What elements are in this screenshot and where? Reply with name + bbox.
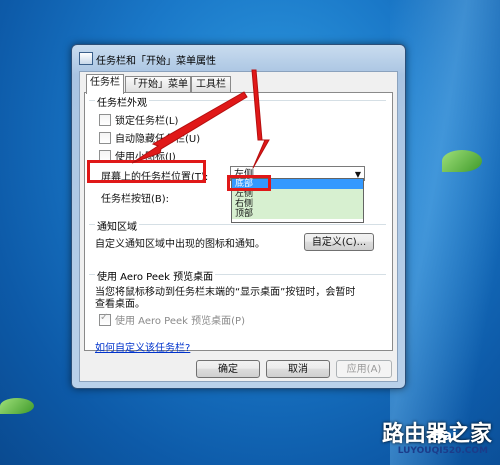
checkbox-box — [99, 113, 111, 126]
checkbox-label: 锁定任务栏(L) — [115, 116, 179, 127]
appearance-group-title: 任务栏外观 — [95, 94, 149, 109]
dialog-client-area: 任务栏 「开始」菜单 工具栏 任务栏外观 锁定任务栏(L) 自动隐藏任务栏(U)… — [79, 71, 398, 382]
title-bar[interactable]: 任务栏和「开始」菜单属性 — [72, 45, 405, 71]
notification-description: 自定义通知区域中出现的图标和通知。 — [95, 239, 265, 250]
watermark-baidu: Bai — [432, 428, 457, 444]
lock-taskbar-checkbox[interactable]: 锁定任务栏(L) — [99, 112, 178, 127]
autohide-taskbar-checkbox[interactable]: 自动隐藏任务栏(U) — [99, 130, 200, 145]
desktop-light-stripe — [390, 0, 500, 465]
tab-taskbar[interactable]: 任务栏 — [86, 74, 124, 94]
window-icon — [79, 52, 93, 65]
dropdown-option[interactable]: 右侧 — [232, 199, 363, 209]
window-title: 任务栏和「开始」菜单属性 — [96, 56, 216, 67]
checkbox-box — [99, 131, 111, 144]
aero-peek-checkbox[interactable]: 使用 Aero Peek 预览桌面(P) — [99, 312, 245, 327]
dropdown-option[interactable]: 顶部 — [232, 209, 363, 219]
ok-button[interactable]: 确定 — [196, 360, 260, 378]
desktop-leaf — [0, 398, 34, 414]
help-link[interactable]: 如何自定义该任务栏? — [95, 339, 190, 354]
checkbox-box — [99, 312, 111, 326]
desktop-leaf — [442, 150, 482, 172]
aero-peek-description-line2: 查看桌面。 — [95, 299, 145, 310]
highlight-box-position-label — [87, 160, 206, 183]
notification-group-title: 通知区域 — [95, 218, 139, 233]
checkbox-label: 自动隐藏任务栏(U) — [115, 134, 201, 145]
customize-notification-button[interactable]: 自定义(C)... — [304, 233, 374, 251]
highlight-box-bottom-option — [227, 175, 271, 191]
tab-start-menu[interactable]: 「开始」菜单 — [125, 76, 191, 93]
apply-button[interactable]: 应用(A) — [336, 360, 392, 378]
tab-toolbars[interactable]: 工具栏 — [191, 76, 231, 93]
taskbar-buttons-label: 任务栏按钮(B): — [101, 194, 170, 205]
aero-peek-group-title: 使用 Aero Peek 预览桌面 — [95, 268, 216, 283]
checkbox-label: 使用 Aero Peek 预览桌面(P) — [115, 316, 245, 327]
cancel-button[interactable]: 取消 — [266, 360, 330, 378]
watermark-url: LUYOUQI520.COM — [397, 446, 488, 456]
